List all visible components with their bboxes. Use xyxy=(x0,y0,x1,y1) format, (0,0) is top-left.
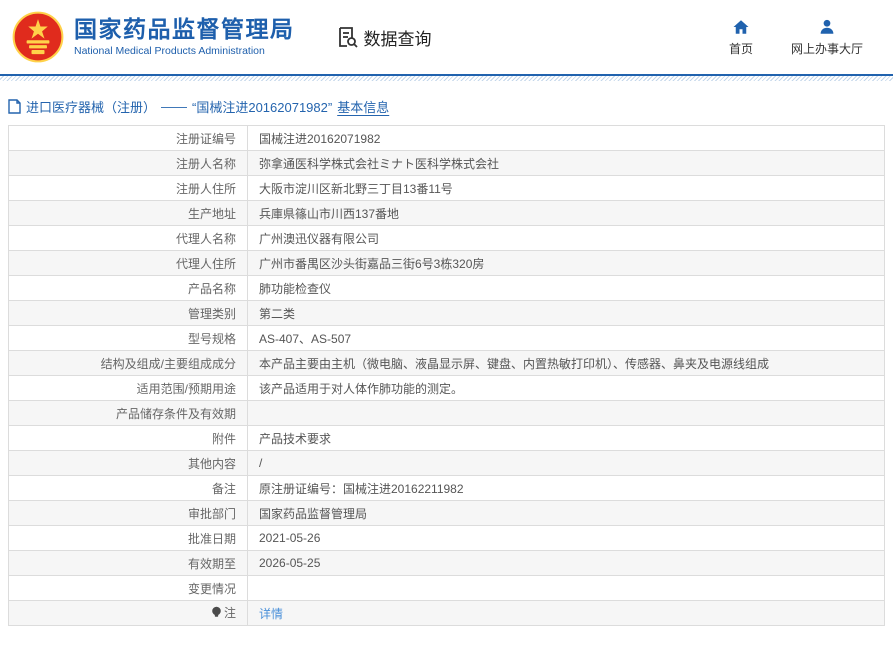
bulb-icon xyxy=(211,606,222,619)
table-row: 批准日期 2021-05-26 xyxy=(9,526,885,551)
field-label: 审批部门 xyxy=(9,501,248,526)
document-search-icon xyxy=(335,25,359,49)
field-value: 本产品主要由主机（微电脑、液晶显示屏、键盘、内置热敏打印机）、传感器、鼻夹及电源… xyxy=(248,351,885,376)
field-value: 弥拿通医科学株式会社ミナト医科学株式会社 xyxy=(248,151,885,176)
field-label: 批准日期 xyxy=(9,526,248,551)
breadcrumb-list-name[interactable]: 进口医疗器械（注册） xyxy=(26,97,156,116)
field-label: 代理人名称 xyxy=(9,226,248,251)
breadcrumb-cert-number: “国械注进20162071982” xyxy=(192,97,332,116)
breadcrumb-separator: —— xyxy=(161,99,187,114)
field-label: 产品名称 xyxy=(9,276,248,301)
field-label: 其他内容 xyxy=(9,451,248,476)
table-row: 代理人名称 广州澳迅仪器有限公司 xyxy=(9,226,885,251)
field-value: 第二类 xyxy=(248,301,885,326)
top-nav: 首页 网上办事大厅 xyxy=(729,18,893,57)
table-row: 产品名称 肺功能检查仪 xyxy=(9,276,885,301)
field-label: 代理人住所 xyxy=(9,251,248,276)
table-row: 注册证编号 国械注进20162071982 xyxy=(9,126,885,151)
breadcrumb-page-label: 基本信息 xyxy=(337,97,389,116)
national-emblem-logo-icon xyxy=(12,11,64,63)
field-label: 注册人名称 xyxy=(9,151,248,176)
table-row: 其他内容 / xyxy=(9,451,885,476)
table-row: 注 详情 xyxy=(9,601,885,626)
field-label: 产品储存条件及有效期 xyxy=(9,401,248,426)
field-label: 管理类别 xyxy=(9,301,248,326)
table-row: 适用范围/预期用途 该产品适用于对人体作肺功能的测定。 xyxy=(9,376,885,401)
field-value: 兵庫県篠山市川西137番地 xyxy=(248,201,885,226)
field-value: 2026-05-25 xyxy=(248,551,885,576)
field-label: 备注 xyxy=(9,476,248,501)
note-details-link[interactable]: 详情 xyxy=(259,607,283,621)
field-value: 国械注进20162071982 xyxy=(248,126,885,151)
field-label: 适用范围/预期用途 xyxy=(9,376,248,401)
field-value: 国家药品监督管理局 xyxy=(248,501,885,526)
field-value: 广州澳迅仪器有限公司 xyxy=(248,226,885,251)
table-row: 型号规格 AS-407、AS-507 xyxy=(9,326,885,351)
user-icon xyxy=(818,18,836,36)
table-row: 审批部门 国家药品监督管理局 xyxy=(9,501,885,526)
field-label: 结构及组成/主要组成成分 xyxy=(9,351,248,376)
table-row: 注册人名称 弥拿通医科学株式会社ミナト医科学株式会社 xyxy=(9,151,885,176)
breadcrumb: 进口医疗器械（注册） —— “国械注进20162071982” 基本信息 xyxy=(0,81,893,125)
field-label: 注 xyxy=(9,601,248,626)
table-row: 生产地址 兵庫県篠山市川西137番地 xyxy=(9,201,885,226)
table-row: 管理类别 第二类 xyxy=(9,301,885,326)
logo-group: 国家药品监督管理局 National Medical Products Admi… xyxy=(12,11,295,63)
field-value: 该产品适用于对人体作肺功能的测定。 xyxy=(248,376,885,401)
field-value: 2021-05-26 xyxy=(248,526,885,551)
field-label: 型号规格 xyxy=(9,326,248,351)
registration-info-table: 注册证编号 国械注进20162071982 注册人名称 弥拿通医科学株式会社ミナ… xyxy=(8,125,885,626)
field-label: 有效期至 xyxy=(9,551,248,576)
table-row: 有效期至 2026-05-25 xyxy=(9,551,885,576)
table-row: 结构及组成/主要组成成分 本产品主要由主机（微电脑、液晶显示屏、键盘、内置热敏打… xyxy=(9,351,885,376)
field-label: 生产地址 xyxy=(9,201,248,226)
table-row: 代理人住所 广州市番禺区沙头街嘉品三街6号3栋320房 xyxy=(9,251,885,276)
note-label: 注 xyxy=(224,604,236,621)
field-value: 详情 xyxy=(248,601,885,626)
field-value: AS-407、AS-507 xyxy=(248,326,885,351)
org-title-block: 国家药品监督管理局 National Medical Products Admi… xyxy=(74,17,295,57)
org-name-cn: 国家药品监督管理局 xyxy=(74,17,295,42)
nav-service-hall-label: 网上办事大厅 xyxy=(791,40,863,57)
field-label: 注册人住所 xyxy=(9,176,248,201)
field-label: 附件 xyxy=(9,426,248,451)
nav-home[interactable]: 首页 xyxy=(729,18,753,57)
field-value: 原注册证编号：国械注进20162211982 xyxy=(248,476,885,501)
field-value: / xyxy=(248,451,885,476)
data-query-label: 数据查询 xyxy=(364,25,432,50)
data-query-title: 数据查询 xyxy=(335,25,432,50)
field-value: 大阪市淀川区新北野三丁目13番11号 xyxy=(248,176,885,201)
field-value: 广州市番禺区沙头街嘉品三街6号3栋320房 xyxy=(248,251,885,276)
nav-service-hall[interactable]: 网上办事大厅 xyxy=(791,18,863,57)
field-label: 注册证编号 xyxy=(9,126,248,151)
page-icon xyxy=(8,99,21,114)
home-icon xyxy=(732,18,750,36)
field-label: 变更情况 xyxy=(9,576,248,601)
org-name-en: National Medical Products Administration xyxy=(74,45,295,57)
field-value: 产品技术要求 xyxy=(248,426,885,451)
table-row: 产品储存条件及有效期 xyxy=(9,401,885,426)
field-value xyxy=(248,401,885,426)
table-row: 备注 原注册证编号：国械注进20162211982 xyxy=(9,476,885,501)
field-value: 肺功能检查仪 xyxy=(248,276,885,301)
table-row: 注册人住所 大阪市淀川区新北野三丁目13番11号 xyxy=(9,176,885,201)
nav-home-label: 首页 xyxy=(729,40,753,57)
site-header: 国家药品监督管理局 National Medical Products Admi… xyxy=(0,0,893,74)
table-row: 附件 产品技术要求 xyxy=(9,426,885,451)
field-value xyxy=(248,576,885,601)
table-row: 变更情况 xyxy=(9,576,885,601)
